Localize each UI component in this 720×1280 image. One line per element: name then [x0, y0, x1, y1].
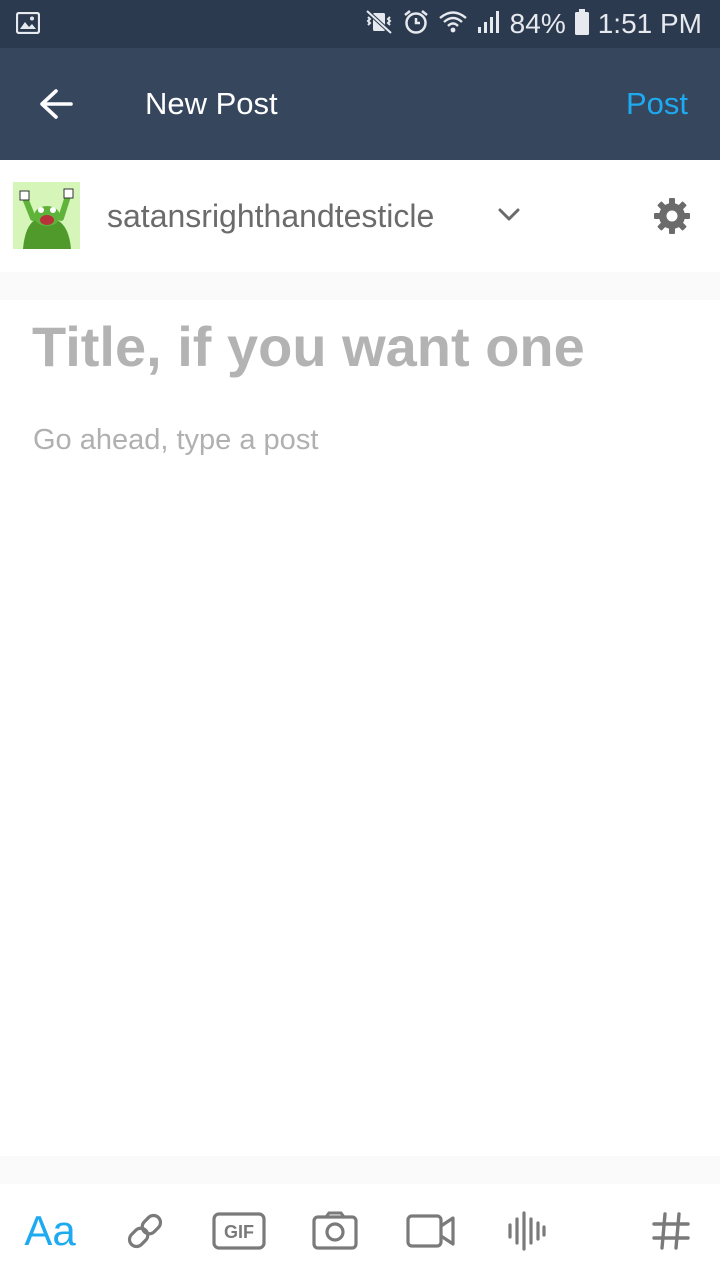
- title-input[interactable]: Title, if you want one: [32, 314, 692, 379]
- gif-button[interactable]: GIF: [212, 1206, 266, 1256]
- status-bar: 84% 1:51 PM: [0, 0, 720, 48]
- camera-icon[interactable]: [312, 1206, 358, 1256]
- gear-icon[interactable]: [652, 196, 692, 236]
- hashtag-icon[interactable]: [650, 1206, 692, 1256]
- post-body-input[interactable]: Go ahead, type a post: [33, 424, 693, 457]
- vibrate-mute-icon: [364, 8, 394, 41]
- page-title: New Post: [145, 86, 278, 121]
- app-bar: New Post Post: [0, 48, 720, 160]
- post-type-toolbar: Aa GIF: [0, 1184, 720, 1280]
- avatar[interactable]: [13, 182, 80, 249]
- clock: 1:51 PM: [597, 8, 702, 39]
- blog-selector: satansrighthandtesticle: [0, 160, 720, 272]
- wifi-icon: [438, 9, 468, 40]
- divider: [0, 1156, 720, 1184]
- link-icon[interactable]: [122, 1206, 168, 1256]
- battery-percent: 84%: [509, 8, 566, 39]
- battery-icon: [574, 8, 590, 41]
- text-format-button[interactable]: Aa: [20, 1206, 80, 1256]
- signal-icon: [476, 9, 502, 40]
- chevron-down-icon[interactable]: [494, 200, 524, 230]
- gif-label: GIF: [224, 1222, 254, 1242]
- video-icon[interactable]: [406, 1206, 456, 1256]
- audio-icon[interactable]: [506, 1206, 548, 1256]
- post-button[interactable]: Post: [626, 86, 688, 122]
- alarm-icon: [402, 8, 430, 41]
- blog-name[interactable]: satansrighthandtesticle: [107, 198, 434, 235]
- back-arrow-icon: [40, 89, 73, 119]
- divider: [0, 272, 720, 300]
- back-button[interactable]: [28, 78, 84, 130]
- image-notification-icon: [15, 11, 41, 35]
